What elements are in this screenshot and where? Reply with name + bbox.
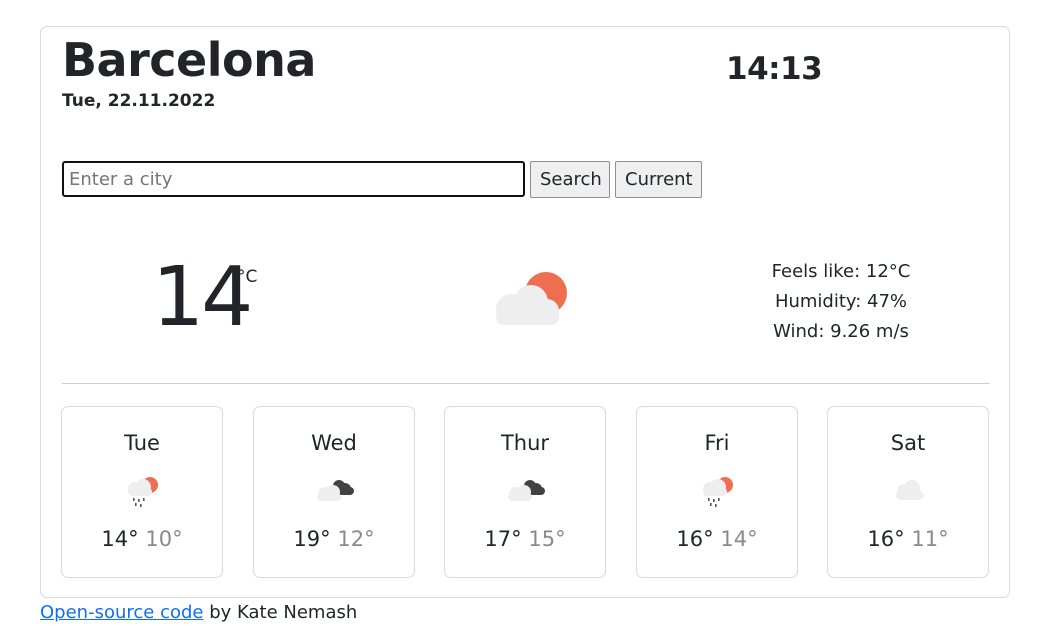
temperature-unit: °C xyxy=(237,267,258,287)
forecast-temps: 16° 11° xyxy=(828,527,988,551)
humidity: Humidity: 47% xyxy=(774,291,908,312)
forecast-day-card: Sat 16° 11° xyxy=(827,406,989,578)
wind-speed: Wind: 9.26 m/s xyxy=(773,321,909,342)
forecast-day-name: Sat xyxy=(890,431,926,455)
rain-sun-icon xyxy=(703,477,733,507)
forecast-day-name: Fri xyxy=(704,431,730,455)
forecast-day-card: Wed 19° 12° xyxy=(253,406,415,578)
forecast-max-temp: 17° xyxy=(484,527,522,551)
current-time: 14:13 xyxy=(726,51,823,87)
forecast-max-temp: 14° xyxy=(101,527,139,551)
forecast-min-temp: 15° xyxy=(528,527,566,551)
forecast-min-temp: 11° xyxy=(911,527,949,551)
current-temperature: 14 xyxy=(152,250,253,345)
search-button[interactable]: Search xyxy=(530,161,610,198)
forecast-day-card: Thur 17° 15° xyxy=(444,406,606,578)
broken-clouds-icon xyxy=(317,480,354,501)
city-name: Barcelona xyxy=(62,33,316,87)
forecast-temps: 14° 10° xyxy=(62,527,222,551)
cloud-sun-icon xyxy=(496,272,567,325)
forecast-max-temp: 16° xyxy=(867,527,905,551)
forecast-temps: 16° 14° xyxy=(637,527,797,551)
source-code-link[interactable]: Open-source code xyxy=(40,602,203,623)
footer: Open-source code by Kate Nemash xyxy=(40,602,357,623)
feels-like: Feels like: 12°C xyxy=(771,261,911,282)
forecast-day-name: Wed xyxy=(311,431,357,455)
current-location-button[interactable]: Current xyxy=(615,161,702,198)
forecast-min-temp: 10° xyxy=(145,527,183,551)
current-date: Tue, 22.11.2022 xyxy=(62,91,216,111)
forecast-day-card: Fri 16° 14° xyxy=(636,406,798,578)
cloud-icon xyxy=(896,480,924,500)
forecast-min-temp: 14° xyxy=(720,527,758,551)
forecast-max-temp: 16° xyxy=(676,527,714,551)
divider xyxy=(62,383,990,384)
city-search-input[interactable] xyxy=(62,161,525,197)
broken-clouds-icon xyxy=(508,480,545,501)
forecast-day-name: Tue xyxy=(124,431,160,455)
forecast-max-temp: 19° xyxy=(293,527,331,551)
weather-details: Feels like: 12°C Humidity: 47% Wind: 9.2… xyxy=(741,257,941,347)
forecast-temps: 17° 15° xyxy=(445,527,605,551)
rain-sun-icon xyxy=(128,477,158,507)
weather-card: Barcelona Tue, 22.11.2022 14:13 Search C… xyxy=(40,26,1010,598)
forecast-min-temp: 12° xyxy=(337,527,375,551)
forecast-day-name: Thur xyxy=(500,431,550,455)
footer-author: by Kate Nemash xyxy=(203,602,358,623)
forecast-day-card: Tue 14° 10° xyxy=(61,406,223,578)
forecast-temps: 19° 12° xyxy=(254,527,414,551)
